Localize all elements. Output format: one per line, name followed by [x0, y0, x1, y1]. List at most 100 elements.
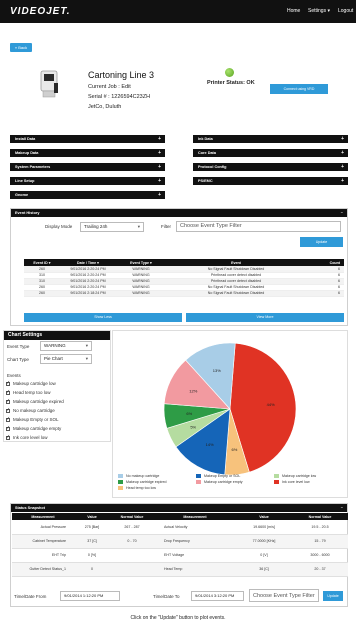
col-date-time[interactable]: Date / Time ▾ — [60, 259, 116, 266]
table-row: EHT Trip 0 [%] EHT Voltage 0 [V] 3000 - 6000 — [12, 548, 348, 563]
checkbox[interactable] — [6, 425, 10, 431]
chevron-down-icon: ▾ — [85, 343, 88, 348]
table-cell: 15 - 79 — [292, 534, 348, 549]
legend-label: Makeup cartridge empty — [204, 480, 243, 484]
table-cell: 0 - 70 — [110, 534, 154, 549]
expand-icon: + — [158, 192, 161, 198]
snapshot-filter-input[interactable]: Choose Event Type Filter — [249, 589, 319, 602]
pie-chart: 44% 6% 14% 5% 6% 12% 13% — [163, 342, 297, 476]
event-checkbox-row[interactable]: Makeup cartridge expired — [6, 398, 64, 404]
time-to-input[interactable]: 9/01/2014 3:12:20 PM — [191, 591, 244, 601]
section-ps-emc[interactable]: PS/EMC + — [193, 177, 348, 185]
event-checkbox-row[interactable]: Ink core level low — [6, 434, 48, 440]
table-cell: Actual Velocity — [154, 520, 236, 535]
checkbox[interactable] — [6, 380, 10, 386]
current-job: Current Job : Edit — [88, 84, 131, 90]
checkbox-label: Ink core level low — [13, 435, 48, 440]
section-makeup-data[interactable]: Makeup Data + — [10, 149, 165, 157]
event-history-header[interactable]: Event History − — [11, 209, 347, 217]
section-line-setup[interactable]: Line Setup + — [10, 177, 165, 185]
slice-label: 5% — [190, 424, 196, 429]
status-ok-icon — [225, 68, 234, 77]
update-button[interactable]: Update — [300, 237, 343, 247]
col-event-type[interactable]: Event Type ▾ — [116, 259, 166, 266]
section-protocol-config[interactable]: Protocol Config + — [193, 163, 348, 171]
event-checkbox-row[interactable]: Head temp too low — [6, 389, 51, 395]
event-table-header: Event ID ▾ Date / Time ▾ Event Type ▾ Ev… — [24, 259, 344, 266]
slice-label: 14% — [206, 442, 214, 447]
chart-legend: No makeup cartridge Makeup Empty or SOL Ma… — [118, 474, 344, 494]
event-checkbox-row[interactable]: Makeup cartridge low — [6, 380, 56, 386]
table-row[interactable]: 260 9/01/2016 2:18:24 PM WARNING No Signal … — [24, 290, 344, 297]
checkbox-label: Head temp too low — [13, 390, 51, 395]
col-count[interactable]: Count — [306, 259, 344, 266]
expand-icon: + — [158, 164, 161, 170]
status-snapshot-header[interactable]: Status Snapshot − — [11, 504, 347, 512]
nav-settings[interactable]: Settings ▾ — [308, 8, 330, 14]
table-cell: 0 — [74, 562, 110, 577]
col-event-id[interactable]: Event ID ▾ — [24, 259, 60, 266]
printer-status: Printer Status: OK — [207, 80, 255, 86]
chevron-down-icon: ▾ — [137, 224, 140, 229]
plot-hint-text: Click on the "Update" button to plot eve… — [130, 615, 226, 621]
table-cell: No Signal Fault Shutdown Disabled — [166, 290, 306, 297]
event-type-label: Event Type — [7, 344, 30, 349]
checkbox[interactable] — [6, 434, 10, 440]
legend-label: Ink core level low — [282, 480, 310, 484]
table-cell: 77.0000 [KHz] — [236, 534, 292, 549]
table-cell — [110, 548, 154, 563]
show-less-button[interactable]: Show Less — [24, 313, 182, 322]
time-to-label: Time/Date To — [153, 594, 180, 599]
event-filter-input[interactable]: Choose Event Type Filter — [176, 221, 341, 232]
legend-label: Head temp too low — [126, 486, 156, 490]
checkbox[interactable] — [6, 398, 10, 404]
legend-swatch — [118, 474, 123, 479]
slice-label: 44% — [267, 402, 275, 407]
section-ink-data[interactable]: Ink Data + — [193, 135, 348, 143]
chevron-down-icon: ▾ — [85, 356, 88, 361]
checkbox-label: Makeup Empty or SOL — [13, 417, 59, 422]
snapshot-update-button[interactable]: Update — [323, 591, 343, 601]
chart-type-select[interactable]: Pie Chart ▾ — [40, 354, 92, 364]
back-button[interactable]: « Back — [10, 43, 32, 52]
printer-icon — [40, 70, 58, 98]
checkbox[interactable] — [6, 407, 10, 413]
status-snapshot-table: Measurement Value Normal Value Measureme… — [12, 513, 348, 577]
display-mode-select[interactable]: Trailing 24h ▾ — [80, 222, 144, 232]
chart-type-label: Chart Type — [7, 357, 29, 362]
nav-home[interactable]: Home — [287, 8, 300, 14]
time-from-input[interactable]: 9/01/2014 1:12:20 PM — [60, 591, 120, 601]
chevron-down-icon: ▾ — [327, 8, 330, 14]
table-cell: 267 - 287 — [110, 520, 154, 535]
col-event[interactable]: Event — [166, 259, 306, 266]
nav-logout[interactable]: Logout — [338, 8, 353, 14]
col-measurement: Measurement — [12, 513, 74, 520]
connect-vrd-button[interactable]: Connect using VRD — [270, 84, 328, 94]
expand-icon: + — [158, 136, 161, 142]
col-value: Value — [74, 513, 110, 520]
table-cell: 6 — [306, 290, 344, 297]
section-gnome[interactable]: Gnome + — [10, 191, 165, 199]
table-cell: 36 [C] — [236, 562, 292, 577]
sort-icon: ▾ — [48, 260, 51, 265]
slice-label: 13% — [213, 368, 221, 373]
section-install-data[interactable]: Install Data + — [10, 135, 165, 143]
checkbox-label: No makeup cartridge — [13, 408, 55, 413]
sort-icon: ▾ — [150, 260, 152, 265]
event-checkbox-row[interactable]: Makeup cartridge empty — [6, 425, 61, 431]
section-core-data[interactable]: Core Data + — [193, 149, 348, 157]
section-system-parameters[interactable]: System Parameters + — [10, 163, 165, 171]
expand-icon: + — [341, 150, 344, 156]
display-mode-label: Display Mode — [45, 224, 73, 229]
checkbox[interactable] — [6, 389, 10, 395]
event-checkbox-row[interactable]: Makeup Empty or SOL — [6, 416, 59, 422]
table-row: Actual Pressure 275 [Bar] 267 - 287 Actual … — [12, 520, 348, 535]
table-cell: EHT Trip — [12, 548, 74, 563]
sort-icon: ▾ — [97, 260, 99, 265]
checkbox[interactable] — [6, 416, 10, 422]
table-cell: 20 - 37 — [292, 562, 348, 577]
event-type-select[interactable]: WARNING ▾ — [40, 341, 92, 351]
event-checkbox-row[interactable]: No makeup cartridge — [6, 407, 55, 413]
view-more-button[interactable]: View More — [186, 313, 344, 322]
checkbox-label: Makeup cartridge expired — [13, 399, 64, 404]
